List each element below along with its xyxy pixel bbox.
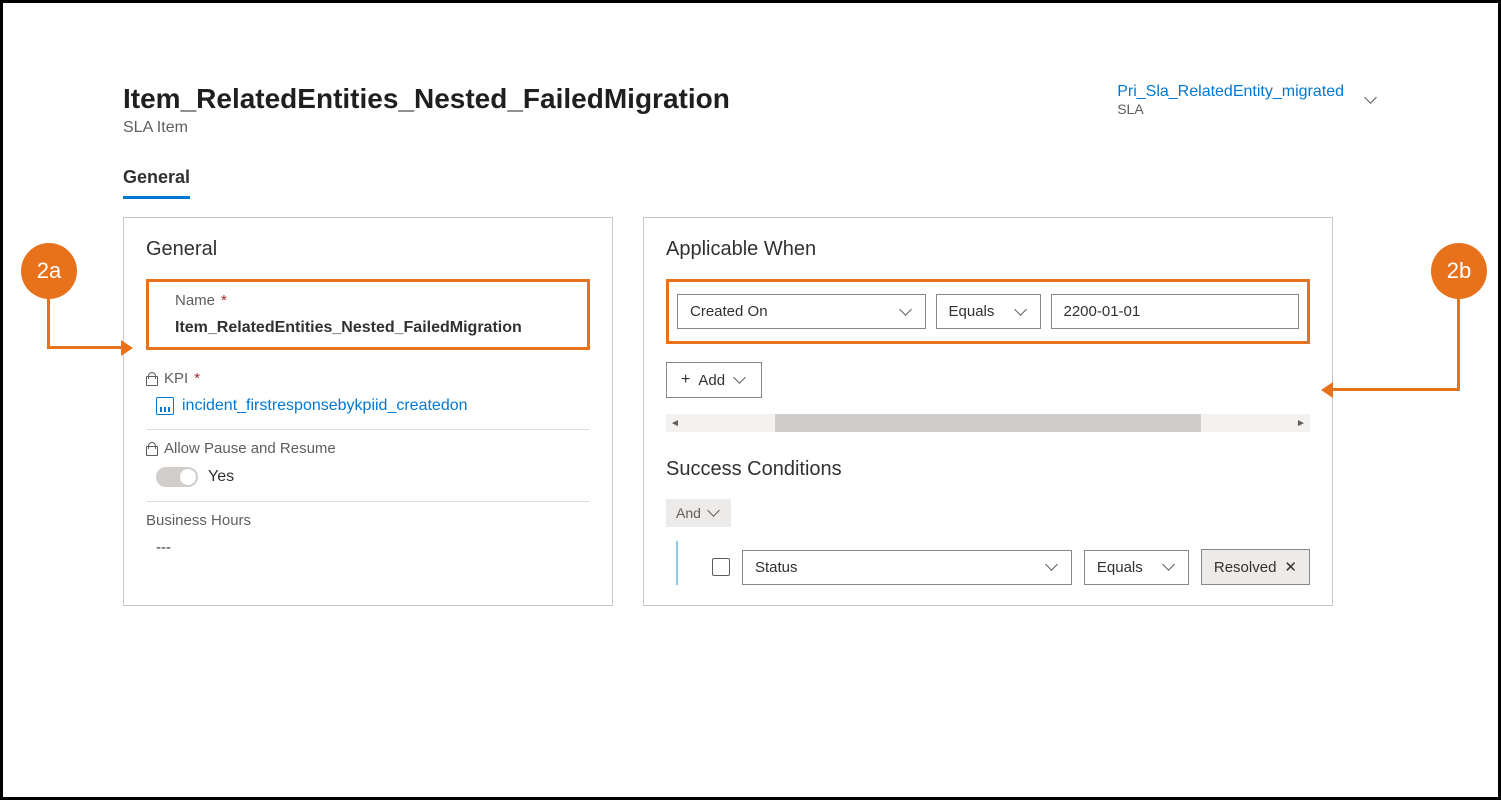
logic-label: And xyxy=(676,505,701,521)
success-operator-value: Equals xyxy=(1097,559,1143,576)
allow-pause-toggle[interactable] xyxy=(156,467,198,487)
kpi-value: incident_firstresponsebykpiid_createdon xyxy=(182,397,468,415)
scroll-right-icon[interactable]: ► xyxy=(1292,418,1310,429)
page-subtitle: SLA Item xyxy=(123,119,730,137)
success-value: Resolved xyxy=(1214,559,1277,576)
chevron-down-icon xyxy=(1045,560,1059,574)
applicable-when-title: Applicable When xyxy=(666,238,1310,261)
logic-and-chip[interactable]: And xyxy=(666,499,731,527)
business-hours-label: Business Hours xyxy=(146,512,251,529)
callout-arrow xyxy=(1457,298,1460,391)
condition-highlight: Created On Equals 2200-01-01 xyxy=(666,279,1310,344)
condition-operator-select[interactable]: Equals xyxy=(936,294,1041,329)
tab-bar: General xyxy=(123,167,1378,199)
callout-2b: 2b xyxy=(1431,243,1487,299)
allow-pause-value: Yes xyxy=(208,468,234,486)
chevron-down-icon xyxy=(1014,305,1028,319)
horizontal-scrollbar[interactable]: ◄ ► xyxy=(666,414,1310,432)
required-asterisk: * xyxy=(221,292,227,309)
chevron-down-icon xyxy=(707,506,721,520)
success-conditions-title: Success Conditions xyxy=(666,458,1310,481)
arrow-head-icon xyxy=(1321,382,1333,398)
success-field-select[interactable]: Status xyxy=(742,550,1072,585)
condition-field-select[interactable]: Created On xyxy=(677,294,926,329)
general-panel: General Name * Item_RelatedEntities_Neste… xyxy=(123,217,613,606)
scrollbar-thumb[interactable] xyxy=(775,414,1201,432)
chevron-down-icon[interactable] xyxy=(1364,93,1378,107)
callout-2a: 2a xyxy=(21,243,77,299)
condition-tree: Status Equals Resolved ✕ xyxy=(676,541,1310,585)
add-label: Add xyxy=(698,372,725,389)
success-operator-select[interactable]: Equals xyxy=(1084,550,1189,585)
add-condition-button[interactable]: + Add xyxy=(666,362,762,398)
name-value[interactable]: Item_RelatedEntities_Nested_FailedMigrat… xyxy=(163,319,573,337)
page-header: Item_RelatedEntities_Nested_FailedMigrat… xyxy=(123,83,1378,137)
plus-icon: + xyxy=(681,371,690,389)
name-highlight: Name * Item_RelatedEntities_Nested_Failed… xyxy=(146,279,590,350)
close-icon[interactable]: ✕ xyxy=(1284,558,1297,576)
name-label: Name xyxy=(175,292,215,309)
condition-operator-value: Equals xyxy=(949,303,995,320)
chevron-down-icon xyxy=(733,373,747,387)
chevron-down-icon xyxy=(899,305,913,319)
condition-field-value: Created On xyxy=(690,303,768,320)
lock-icon xyxy=(146,372,158,386)
success-field-value: Status xyxy=(755,559,798,576)
general-panel-title: General xyxy=(146,238,590,261)
allow-pause-label: Allow Pause and Resume xyxy=(164,440,336,457)
tab-general[interactable]: General xyxy=(123,167,190,199)
success-value-tag[interactable]: Resolved ✕ xyxy=(1201,549,1310,585)
applicable-when-panel: Applicable When Created On Equals 2200-0… xyxy=(643,217,1333,606)
lock-icon xyxy=(146,442,158,456)
related-sla-type: SLA xyxy=(1117,101,1344,117)
required-asterisk: * xyxy=(194,370,200,387)
kpi-link[interactable]: incident_firstresponsebykpiid_createdon xyxy=(146,397,590,415)
callout-arrow xyxy=(1331,388,1459,391)
scroll-left-icon[interactable]: ◄ xyxy=(666,418,684,429)
page-title: Item_RelatedEntities_Nested_FailedMigrat… xyxy=(123,83,730,115)
business-hours-value[interactable]: --- xyxy=(146,539,590,556)
arrow-head-icon xyxy=(121,340,133,356)
kpi-label: KPI xyxy=(164,370,188,387)
row-checkbox[interactable] xyxy=(712,558,730,576)
related-sla-link[interactable]: Pri_Sla_RelatedEntity_migrated xyxy=(1117,83,1344,101)
condition-value-input[interactable]: 2200-01-01 xyxy=(1051,294,1300,329)
chevron-down-icon xyxy=(1162,560,1176,574)
callout-arrow xyxy=(47,346,127,349)
kpi-icon xyxy=(156,397,174,415)
callout-arrow xyxy=(47,298,50,348)
